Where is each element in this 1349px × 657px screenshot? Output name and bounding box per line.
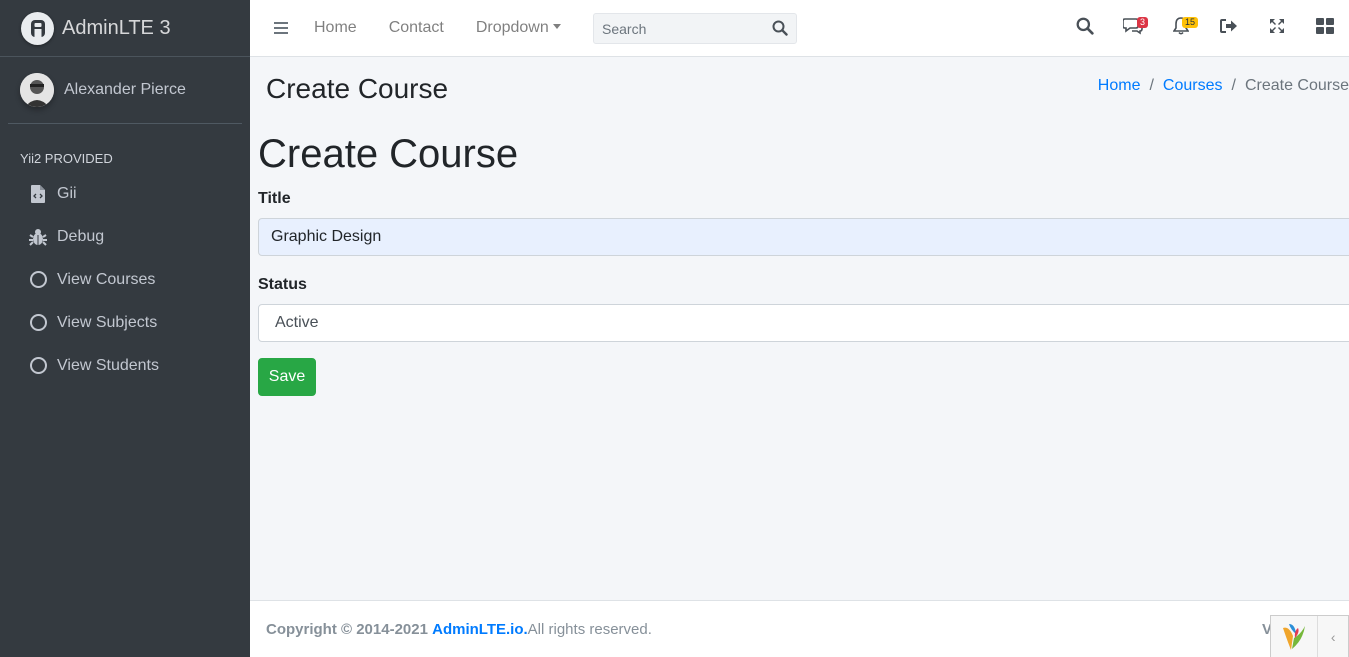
- breadcrumb-courses[interactable]: Courses: [1163, 77, 1223, 95]
- chevron-left-icon[interactable]: ‹: [1318, 629, 1348, 645]
- expand-arrows-icon: [1269, 18, 1285, 39]
- user-panel[interactable]: Alexander Pierce: [8, 57, 242, 124]
- sidebar-item-label: View Courses: [57, 270, 156, 288]
- fullscreen-button[interactable]: [1253, 0, 1301, 57]
- sidebar-item-label: Gii: [57, 184, 77, 202]
- title-label: Title: [258, 190, 291, 207]
- sidebar-item-label: View Students: [57, 356, 159, 374]
- sidebar-item-view-students[interactable]: View Students: [0, 344, 250, 387]
- status-label: Status: [258, 276, 307, 293]
- circle-icon: [28, 313, 48, 333]
- nav-header: Yii2 PROVIDED: [20, 151, 113, 166]
- sign-out-icon: [1220, 18, 1238, 39]
- content-wrapper: Create Course Home / Courses / Create Co…: [250, 57, 1349, 600]
- menu-toggle-icon[interactable]: [274, 22, 288, 34]
- sidebar-item-gii[interactable]: Gii: [0, 172, 250, 215]
- title-input[interactable]: [258, 218, 1349, 256]
- nav-dropdown[interactable]: Dropdown: [476, 19, 561, 37]
- caret-down-icon: [552, 23, 561, 29]
- search-icon: [1076, 17, 1094, 40]
- search-icon[interactable]: [772, 20, 788, 41]
- footer-suffix: All rights reserved.: [527, 620, 652, 638]
- sidebar-item-label: View Subjects: [57, 313, 158, 331]
- th-large-icon: [1316, 18, 1334, 39]
- navbar-right: 3 15: [1061, 0, 1349, 57]
- circle-icon: [28, 356, 48, 376]
- footer-link[interactable]: AdminLTE.io.: [432, 621, 528, 638]
- breadcrumb: Home / Courses / Create Course: [1098, 77, 1349, 95]
- breadcrumb-current: Create Course: [1244, 77, 1349, 94]
- navbar-search: [593, 13, 797, 44]
- sidebar-item-debug[interactable]: Debug: [0, 215, 250, 258]
- messages-button[interactable]: 3: [1109, 0, 1157, 57]
- main-sidebar: AdminLTE 3 Alexander Pierce Yii2 PROVIDE…: [0, 0, 250, 657]
- status-selected-value: Active: [275, 314, 319, 331]
- top-navbar: Home Contact Dropdown Search 3 15: [250, 0, 1349, 57]
- save-button[interactable]: Save: [258, 358, 316, 396]
- user-name: Alexander Pierce: [64, 81, 186, 98]
- status-select[interactable]: Active: [258, 304, 1349, 342]
- sidebar-item-view-courses[interactable]: View Courses: [0, 258, 250, 301]
- sidebar-item-label: Debug: [57, 227, 105, 245]
- brand-link[interactable]: AdminLTE 3: [0, 0, 250, 57]
- control-sidebar-button[interactable]: [1301, 0, 1349, 57]
- search-toggle-button[interactable]: [1061, 0, 1109, 57]
- notifications-button[interactable]: 15: [1157, 0, 1205, 57]
- form-title: Create Course: [258, 132, 519, 176]
- nav-link-home[interactable]: Home: [314, 19, 357, 37]
- breadcrumb-home[interactable]: Home: [1098, 77, 1141, 95]
- breadcrumb-separator: /: [1149, 77, 1154, 94]
- bug-icon: [28, 227, 48, 247]
- nav-dropdown-label: Dropdown: [475, 19, 549, 36]
- file-code-icon: [28, 184, 48, 204]
- notifications-badge: 15: [1182, 17, 1199, 28]
- messages-badge: 3: [1137, 17, 1149, 28]
- yii-logo-icon[interactable]: [1271, 615, 1319, 657]
- main-footer: Copyright © 2014-2021 AdminLTE.io. All r…: [250, 600, 1349, 657]
- search-input[interactable]: [594, 20, 764, 37]
- logout-button[interactable]: [1205, 0, 1253, 57]
- footer-copyright: Copyright © 2014-2021: [266, 620, 428, 638]
- circle-icon: [28, 270, 48, 290]
- sidebar-item-view-subjects[interactable]: View Subjects: [0, 301, 250, 344]
- brand-text: AdminLTE 3: [62, 16, 171, 39]
- adminlte-logo-icon: [21, 11, 54, 45]
- yii-debug-toolbar[interactable]: ‹: [1270, 615, 1349, 657]
- avatar: [20, 73, 54, 107]
- nav-link-contact[interactable]: Contact: [389, 19, 444, 37]
- breadcrumb-separator: /: [1231, 77, 1236, 94]
- page-title: Create Course: [266, 73, 449, 104]
